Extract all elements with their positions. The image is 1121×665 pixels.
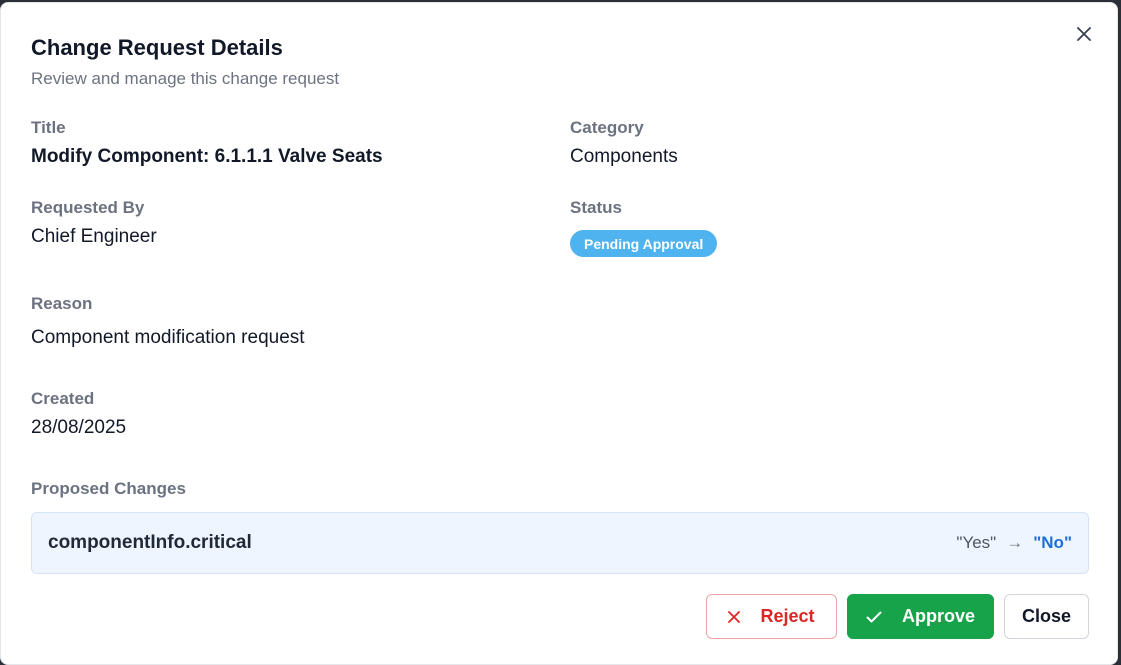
title-label: Title — [31, 118, 66, 137]
dialog-subtitle: Review and manage this change request — [31, 69, 340, 88]
old-value: "Yes" — [956, 533, 997, 552]
reject-button[interactable]: Reject — [706, 594, 837, 639]
approve-button[interactable]: Approve — [847, 594, 994, 639]
proposed-change-item: componentInfo.critical "Yes" → "No" — [31, 512, 1089, 574]
status-badge: Pending Approval — [570, 230, 718, 257]
reason-value: Component modification request — [31, 327, 305, 348]
created-label: Created — [31, 389, 95, 408]
change-request-dialog: Change Request Details Review and manage… — [0, 2, 1118, 665]
reason-label: Reason — [31, 294, 93, 313]
close-button-label: Close — [1021, 606, 1072, 626]
title-value: Modify Component: 6.1.1.1 Valve Seats — [31, 146, 383, 167]
change-values: "Yes" → "No" — [956, 533, 1072, 553]
change-field-name: componentInfo.critical — [48, 532, 252, 553]
close-icon[interactable] — [1073, 23, 1095, 45]
status-label: Status — [570, 198, 622, 217]
x-icon — [728, 610, 741, 623]
check-icon — [866, 611, 882, 623]
requested-by-label: Requested By — [31, 198, 145, 217]
category-label: Category — [570, 118, 644, 137]
proposed-changes-label: Proposed Changes — [31, 479, 186, 498]
reject-button-label: Reject — [760, 606, 815, 626]
close-button[interactable]: Close — [1004, 594, 1089, 639]
new-value: "No" — [1033, 533, 1072, 552]
created-value: 28/08/2025 — [31, 417, 127, 438]
category-value: Components — [570, 146, 678, 167]
arrow-right-icon: → — [1006, 533, 1024, 552]
requested-by-value: Chief Engineer — [31, 226, 157, 247]
approve-button-label: Approve — [901, 606, 975, 626]
dialog-title: Change Request Details — [31, 35, 283, 60]
